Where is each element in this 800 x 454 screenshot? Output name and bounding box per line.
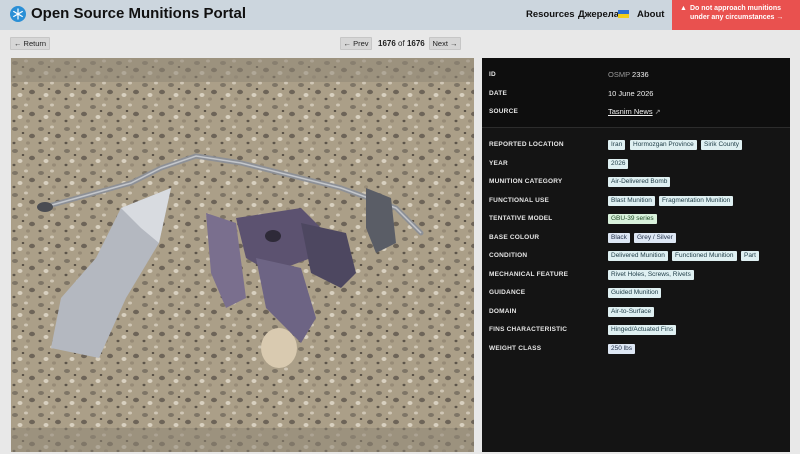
- base-colour-tag[interactable]: Grey / Silver: [634, 232, 676, 243]
- external-link-icon: ↗: [654, 109, 661, 116]
- fins-characteristic-label: FINS CHARACTERISTIC: [489, 326, 568, 333]
- id-value: OSMP 2336: [608, 70, 649, 79]
- id-label: ID: [489, 71, 496, 78]
- source-value[interactable]: Tasnim News ↗: [608, 107, 661, 116]
- warning-text: Do not approach munitions under any circ…: [690, 5, 784, 21]
- site-header: Open Source Munitions Portal Resources Д…: [0, 0, 800, 30]
- warning-triangle-icon: ▲: [680, 5, 687, 12]
- domain-tag[interactable]: Air-to-Surface: [608, 306, 655, 317]
- nav-resources-link[interactable]: Resources: [526, 9, 575, 20]
- functional-use-tag[interactable]: Fragmentation Munition: [659, 195, 734, 206]
- munition-category-label: MUNITION CATEGORY: [489, 178, 563, 185]
- return-button[interactable]: ← Return: [10, 37, 50, 50]
- condition-tag[interactable]: Functioned Munition: [672, 251, 737, 261]
- mechanical-feature-label: MECHANICAL FEATURE: [489, 270, 569, 278]
- condition-tag[interactable]: Part: [741, 251, 759, 261]
- fins-characteristic-tag[interactable]: Hinged/Actuated Fins: [608, 325, 677, 335]
- pager: 1676 of 1676: [378, 39, 425, 48]
- site-title[interactable]: Open Source Munitions Portal: [31, 5, 246, 22]
- panel-divider: [482, 127, 790, 128]
- nav-about-link[interactable]: About: [637, 9, 664, 20]
- record-details-panel: ID OSMP 2336 DATE 10 June 2026 SOURCE Ta…: [482, 58, 790, 452]
- functional-use-label: FUNCTIONAL USE: [489, 196, 550, 204]
- domain-label: DOMAIN: [489, 307, 517, 315]
- source-link[interactable]: Tasnim News: [608, 107, 653, 116]
- weight-class-tag[interactable]: 250 lbs: [608, 343, 635, 354]
- reported-location-tag[interactable]: Hormozgan Province: [630, 140, 697, 150]
- tentative-model-tag[interactable]: GBU-39 series: [608, 214, 657, 224]
- functional-use-tag[interactable]: Blast Munition: [608, 195, 655, 206]
- year-label: YEAR: [489, 159, 508, 167]
- safety-warning-banner[interactable]: ▲ Do not approach munitions under any ci…: [672, 0, 800, 30]
- mechanical-feature-tag[interactable]: Rivet Holes, Screws, Rivets: [608, 269, 694, 280]
- reported-location-label: REPORTED LOCATION: [489, 141, 564, 148]
- munition-category-tag[interactable]: Air-Delivered Bomb: [608, 177, 671, 187]
- guidance-tag[interactable]: Guided Munition: [608, 288, 662, 298]
- condition-label: CONDITION: [489, 252, 528, 259]
- next-button[interactable]: Next →: [429, 37, 461, 50]
- condition-tag[interactable]: Delivered Munition: [608, 251, 668, 261]
- weight-class-label: WEIGHT CLASS: [489, 344, 542, 352]
- pager-total: 1676: [406, 39, 425, 48]
- pager-current: 1676: [378, 39, 396, 48]
- prev-button[interactable]: ← Prev: [340, 37, 372, 50]
- pager-of: of: [398, 39, 405, 48]
- source-label: SOURCE: [489, 108, 519, 115]
- munition-photo[interactable]: [11, 58, 474, 452]
- date-value: 10 June 2026: [608, 89, 654, 98]
- base-colour-label: BASE COLOUR: [489, 233, 540, 241]
- id-number: 2336: [632, 70, 649, 79]
- date-label: DATE: [489, 90, 508, 97]
- ukraine-flag-icon[interactable]: [618, 10, 629, 18]
- guidance-label: GUIDANCE: [489, 289, 526, 296]
- year-tag[interactable]: 2026: [608, 158, 629, 169]
- tentative-model-label: TENTATIVE MODEL: [489, 215, 553, 222]
- reported-location-tag[interactable]: Sirik County: [701, 140, 743, 150]
- snowflake-logo-icon[interactable]: [10, 6, 26, 22]
- id-prefix: OSMP: [608, 70, 630, 79]
- nav-language-link[interactable]: Джерела: [578, 9, 619, 20]
- base-colour-tag[interactable]: Black: [608, 232, 630, 243]
- munition-debris-image: [11, 58, 474, 452]
- reported-location-tag[interactable]: Iran: [608, 140, 626, 150]
